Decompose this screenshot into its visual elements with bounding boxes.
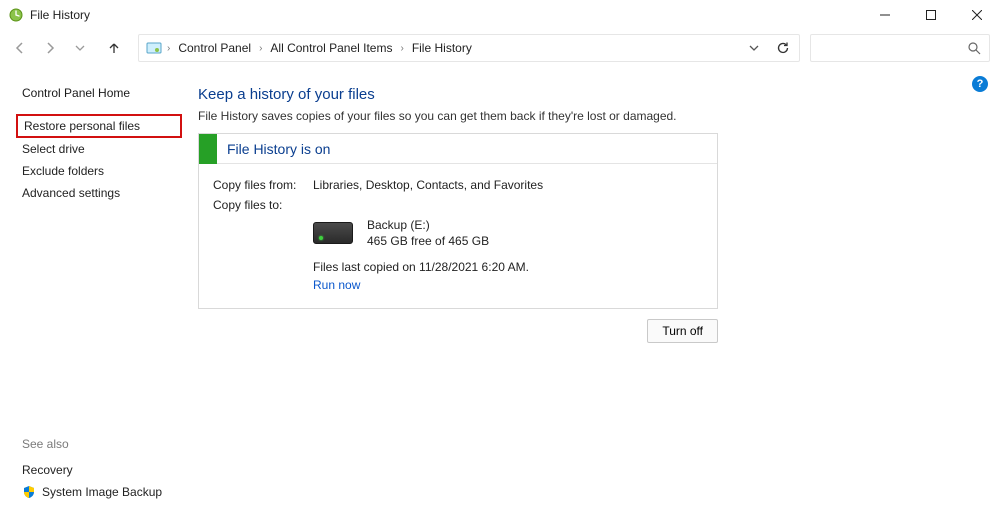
back-button[interactable] (6, 34, 34, 62)
copy-from-label: Copy files from: (213, 178, 313, 192)
drive-text: Backup (E:) 465 GB free of 465 GB (367, 218, 489, 248)
status-text: File History is on (217, 141, 330, 157)
maximize-button[interactable] (908, 0, 954, 30)
window-controls (862, 0, 1000, 30)
breadcrumb-control-panel[interactable]: Control Panel (172, 41, 257, 55)
control-panel-home-link[interactable]: Control Panel Home (22, 86, 178, 100)
refresh-button[interactable] (773, 41, 793, 55)
search-box[interactable] (810, 34, 990, 62)
sidebar-select-drive[interactable]: Select drive (22, 138, 178, 160)
see-also-system-image-label: System Image Backup (42, 485, 162, 499)
turn-off-row: Turn off (198, 319, 718, 343)
drive-free: 465 GB free of 465 GB (367, 234, 489, 248)
drive-block: Backup (E:) 465 GB free of 465 GB (313, 218, 703, 248)
see-also-recovery[interactable]: Recovery (22, 459, 178, 481)
address-bar[interactable]: › Control Panel › All Control Panel Item… (138, 34, 800, 62)
title-bar: File History (0, 0, 1000, 30)
drive-name: Backup (E:) (367, 218, 489, 232)
sidebar-restore-personal-files[interactable]: Restore personal files (16, 114, 182, 138)
shield-icon (22, 485, 36, 499)
turn-off-button[interactable]: Turn off (647, 319, 718, 343)
breadcrumb-all-items[interactable]: All Control Panel Items (264, 41, 398, 55)
see-also-recovery-label: Recovery (22, 463, 73, 477)
sidebar-see-also: See also Recovery System Image Backup (22, 437, 178, 517)
recent-dropdown[interactable] (66, 34, 94, 62)
content-area: Control Panel Home Restore personal file… (0, 66, 1000, 527)
close-button[interactable] (954, 0, 1000, 30)
page-heading: Keep a history of your files (198, 86, 980, 103)
main-panel: Keep a history of your files File Histor… (190, 66, 1000, 527)
chevron-right-icon: › (165, 43, 172, 54)
last-copied-text: Files last copied on 11/28/2021 6:20 AM. (313, 260, 703, 274)
status-on-indicator (199, 134, 217, 164)
minimize-button[interactable] (862, 0, 908, 30)
copy-to-label: Copy files to: (213, 198, 313, 212)
search-icon (968, 42, 981, 55)
up-button[interactable] (100, 34, 128, 62)
drive-icon (313, 222, 353, 244)
panel-body: Copy files from: Libraries, Desktop, Con… (199, 164, 717, 308)
window-title: File History (30, 8, 90, 22)
status-panel: File History is on Copy files from: Libr… (198, 133, 718, 309)
chevron-right-icon: › (398, 43, 405, 54)
see-also-system-image-backup[interactable]: System Image Backup (22, 481, 178, 503)
control-panel-icon (145, 39, 163, 57)
file-history-app-icon (8, 7, 24, 23)
forward-button[interactable] (36, 34, 64, 62)
help-icon[interactable]: ? (972, 76, 988, 92)
page-subtitle: File History saves copies of your files … (198, 109, 980, 123)
run-now-link[interactable]: Run now (313, 278, 360, 292)
sidebar: Control Panel Home Restore personal file… (0, 66, 190, 527)
see-also-heading: See also (22, 437, 178, 451)
navigation-bar: › Control Panel › All Control Panel Item… (0, 30, 1000, 66)
chevron-right-icon: › (257, 43, 264, 54)
sidebar-exclude-folders[interactable]: Exclude folders (22, 160, 178, 182)
address-dropdown[interactable] (743, 43, 765, 53)
copy-from-value: Libraries, Desktop, Contacts, and Favori… (313, 178, 543, 192)
breadcrumb-file-history[interactable]: File History (406, 41, 478, 55)
status-header: File History is on (199, 134, 717, 164)
sidebar-advanced-settings[interactable]: Advanced settings (22, 182, 178, 204)
